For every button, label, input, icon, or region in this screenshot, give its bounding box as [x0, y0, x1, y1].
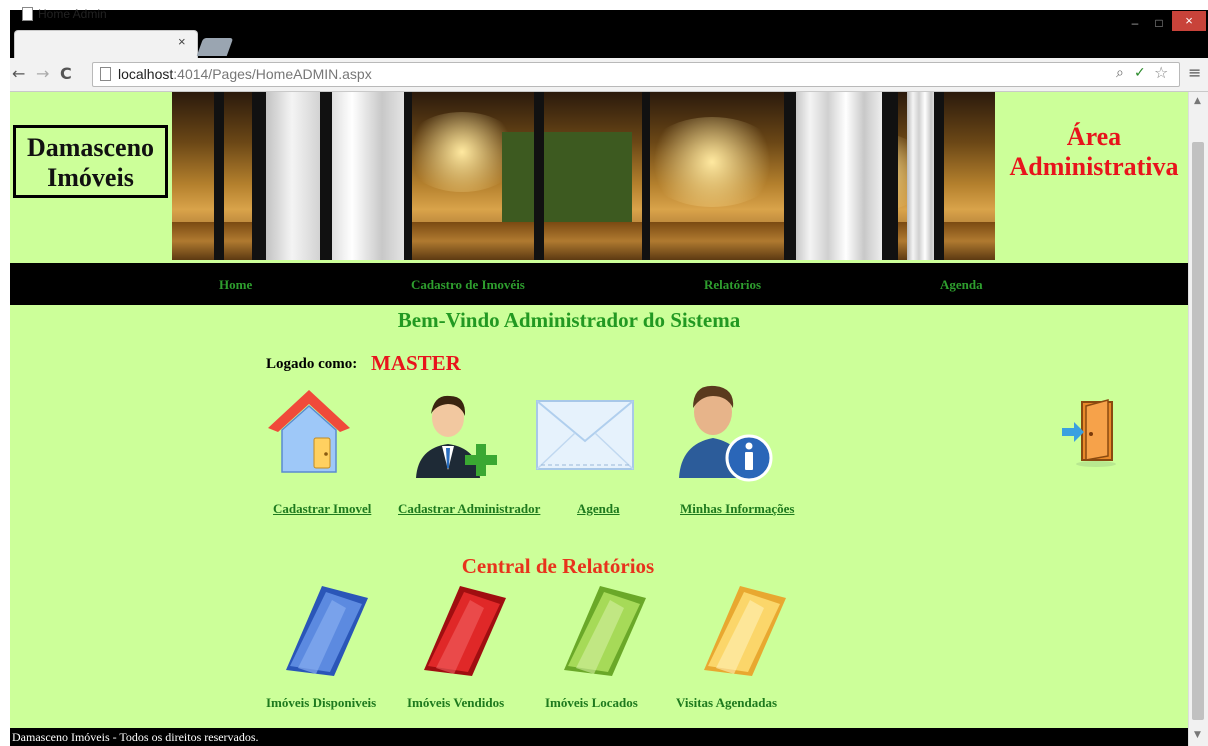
site-logo: Damasceno Imóveis [13, 125, 168, 198]
nav-home[interactable]: Home [219, 277, 252, 293]
logo-line-2: Imóveis [47, 163, 134, 192]
banner-curtain [262, 92, 412, 260]
folder-yellow-icon[interactable] [694, 578, 794, 678]
scroll-up-arrow[interactable]: ▲ [1194, 96, 1201, 106]
tab-close-icon[interactable]: × [178, 34, 186, 49]
scrollbar-thumb[interactable] [1192, 142, 1204, 720]
banner-post [934, 92, 944, 260]
user-info-icon[interactable] [673, 378, 777, 482]
url-text[interactable]: localhost:4014/Pages/HomeADMIN.aspx [118, 66, 372, 82]
cadastrar-administrador-link[interactable]: Cadastrar Administrador [398, 501, 540, 517]
nav-agenda[interactable]: Agenda [940, 277, 983, 293]
banner-curtain [907, 92, 937, 260]
window-close-button[interactable]: × [1172, 11, 1206, 31]
window-maximize-button[interactable]: □ [1148, 16, 1170, 34]
reports-section-title: Central de Relatórios [461, 554, 655, 578]
banner-post [320, 92, 332, 260]
scroll-down-arrow[interactable]: ▼ [1194, 730, 1201, 740]
page-footer: Damasceno Imóveis - Todos os direitos re… [10, 728, 1188, 746]
banner-post [534, 92, 544, 260]
area-title-line-2: Administrativa [1009, 152, 1179, 181]
report-imoveis-vendidos[interactable]: Imóveis Vendidos [407, 695, 504, 711]
url-path: :4014/Pages/HomeADMIN.aspx [173, 66, 372, 82]
minhas-informacoes-link[interactable]: Minhas Informações [680, 501, 794, 517]
back-button[interactable]: ← [12, 64, 25, 83]
banner-light [642, 117, 782, 207]
folder-blue-icon[interactable] [276, 578, 376, 678]
chrome-top-strip [0, 0, 1208, 10]
logged-in-label: Logado como: [266, 356, 358, 372]
forward-button[interactable]: → [36, 64, 49, 83]
folder-green-icon[interactable] [554, 578, 654, 678]
tab-title: Home Admin [38, 7, 107, 21]
window-minimize-button[interactable]: – [1124, 16, 1146, 34]
banner-post [404, 92, 412, 260]
agenda-link[interactable]: Agenda [577, 501, 620, 517]
report-visitas-agendadas[interactable]: Visitas Agendadas [676, 695, 777, 711]
page-icon [100, 67, 111, 81]
browser-menu-icon[interactable]: ≡ [1188, 63, 1201, 82]
nav-relatorios[interactable]: Relatórios [704, 277, 761, 293]
main-navbar [10, 263, 1188, 305]
cadastrar-imovel-link[interactable]: Cadastrar Imovel [273, 501, 371, 517]
welcome-heading: Bem-Vindo Administrador do Sistema [397, 308, 741, 332]
banner-post [214, 92, 224, 260]
document-icon [22, 7, 33, 21]
url-host: localhost [118, 66, 174, 82]
bookmark-star-icon[interactable]: ☆ [1154, 63, 1168, 82]
envelope-icon[interactable] [535, 399, 635, 471]
logo-line-1: Damasceno [26, 133, 155, 162]
header-banner-image [172, 92, 995, 260]
area-title-line-1: Área [1066, 122, 1122, 151]
folder-red-icon[interactable] [414, 578, 514, 678]
house-icon[interactable] [264, 386, 354, 476]
reload-button[interactable]: C [60, 64, 72, 83]
banner-post [252, 92, 266, 260]
banner-post [784, 92, 796, 260]
admin-area-title: Área Administrativa [1000, 122, 1188, 182]
zoom-icon[interactable]: ⌕ [1116, 65, 1124, 81]
report-imoveis-locados[interactable]: Imóveis Locados [545, 695, 638, 711]
banner-curtain [792, 92, 882, 260]
logged-in-username: MASTER [371, 351, 461, 375]
report-imoveis-disponiveis[interactable]: Imóveis Disponiveis [266, 695, 376, 711]
nav-cadastro-imoveis[interactable]: Cadastro de Imovéis [411, 277, 525, 293]
exit-door-icon[interactable] [1060, 396, 1120, 468]
banner-post [642, 92, 650, 260]
banner-post [882, 92, 898, 260]
page-content: Damasceno Imóveis Área Administrativa Ho… [10, 92, 1188, 746]
browser-tab[interactable] [14, 30, 198, 58]
add-user-icon[interactable] [408, 388, 504, 480]
extension-check-icon[interactable]: ✓ [1134, 65, 1146, 81]
banner-garden [502, 132, 632, 222]
